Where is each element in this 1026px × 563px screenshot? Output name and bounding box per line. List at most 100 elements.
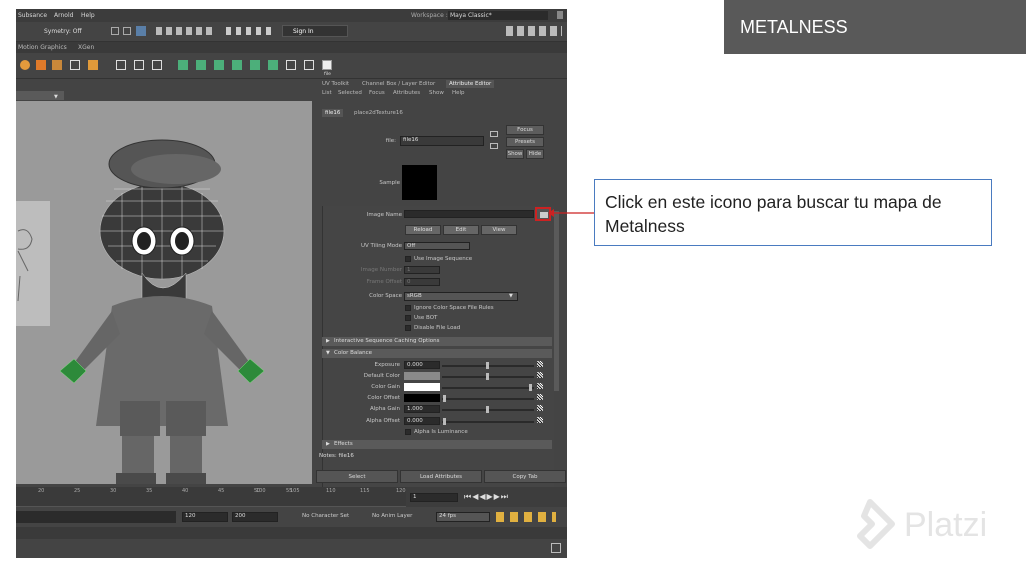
color-offset-slider[interactable] [442, 398, 534, 400]
image-number-field[interactable]: 1 [404, 266, 440, 274]
curve-icon[interactable] [116, 60, 126, 70]
component-mode-icon[interactable] [136, 26, 146, 36]
plane-icon[interactable] [70, 60, 80, 70]
panel-toggle-icons[interactable] [506, 26, 562, 36]
alpha-luminance-checkbox[interactable] [405, 429, 411, 435]
range-slider[interactable]: 120 200 No Character Set No Anim Layer 2… [16, 507, 567, 527]
tools-icon[interactable] [304, 60, 314, 70]
bridge-icon[interactable] [196, 60, 206, 70]
range-max-field[interactable]: 200 [232, 512, 278, 522]
sign-in-button[interactable]: Sign In [282, 25, 348, 37]
lattice-icon[interactable] [134, 60, 144, 70]
alpha-offset-field[interactable]: 0.000 [404, 417, 440, 425]
range-bar[interactable] [16, 511, 176, 523]
section-caching[interactable]: Interactive Sequence Caching Options [322, 337, 552, 346]
menu-attributes[interactable]: Attributes [393, 90, 420, 96]
uv-icon[interactable] [286, 60, 296, 70]
anim-layer-select[interactable]: No Anim Layer [372, 513, 412, 519]
texture-map-icon[interactable] [537, 361, 543, 367]
range-end-field[interactable]: 120 [182, 512, 228, 522]
load-attributes-button[interactable]: Load Attributes [400, 470, 482, 483]
view-button[interactable]: View [481, 225, 517, 235]
script-editor-icon[interactable] [551, 543, 561, 553]
fps-select[interactable]: 24 fps [436, 512, 490, 522]
shelf-tab-xgen[interactable]: XGen [78, 44, 94, 51]
tab-file16[interactable]: file16 [322, 109, 344, 117]
menu-focus[interactable]: Focus [369, 90, 385, 96]
texture-map-icon[interactable] [537, 383, 543, 389]
uv-tiling-select[interactable]: Off [404, 242, 470, 250]
texture-map-icon[interactable] [537, 417, 543, 423]
default-color-slider-knob[interactable] [486, 373, 489, 380]
select-mode-icon[interactable] [111, 27, 119, 35]
playback-controls[interactable]: ⏮◀◀▶▶⏭ [464, 492, 509, 502]
select-button[interactable]: Select [316, 470, 398, 483]
color-space-select[interactable]: sRGB [404, 292, 518, 301]
menu-arnold[interactable]: Arnold [54, 12, 73, 19]
image-name-field[interactable] [404, 210, 534, 218]
current-frame-field[interactable]: 1 [410, 493, 458, 502]
workspace-select[interactable]: Maya Classic* [448, 11, 548, 20]
color-gain-swatch[interactable] [404, 383, 440, 391]
edit-button[interactable]: Edit [443, 225, 479, 235]
show-button[interactable]: Show [506, 149, 524, 159]
file-node-icon[interactable] [322, 60, 332, 70]
menu-help[interactable]: Help [81, 12, 95, 19]
menu-list[interactable]: List [322, 90, 332, 96]
character-model[interactable] [16, 101, 312, 484]
exposure-slider-knob[interactable] [486, 362, 489, 369]
symmetry-label[interactable]: Symetry: Off [44, 28, 82, 35]
ignore-rules-checkbox[interactable] [405, 305, 411, 311]
color-offset-slider-knob[interactable] [443, 395, 446, 402]
use-bot-checkbox[interactable] [405, 315, 411, 321]
separate-icon[interactable] [250, 60, 260, 70]
texture-map-icon[interactable] [537, 394, 543, 400]
bevel-icon[interactable] [214, 60, 224, 70]
combine-icon[interactable] [232, 60, 242, 70]
smooth-icon[interactable] [268, 60, 278, 70]
focus-button[interactable]: Focus [506, 125, 544, 135]
section-color-balance[interactable]: Color Balance [322, 349, 552, 358]
node-name-field[interactable]: file16 [400, 136, 484, 146]
torus-icon[interactable] [88, 60, 98, 70]
alpha-offset-slider[interactable] [442, 421, 534, 423]
use-sequence-checkbox[interactable] [405, 256, 411, 262]
cylinder-icon[interactable] [52, 60, 62, 70]
menu-help[interactable]: Help [452, 90, 465, 96]
section-effects[interactable]: Effects [322, 440, 552, 449]
texture-map-icon[interactable] [537, 372, 543, 378]
menu-show[interactable]: Show [429, 90, 444, 96]
color-offset-swatch[interactable] [404, 394, 440, 402]
tab-channel-box[interactable]: Channel Box / Layer Editor [362, 81, 435, 87]
menu-selected[interactable]: Selected [338, 90, 362, 96]
snap-icons[interactable] [156, 27, 216, 35]
render-icons[interactable] [226, 27, 276, 35]
object-mode-icon[interactable] [123, 27, 131, 35]
alpha-gain-field[interactable]: 1.000 [404, 405, 440, 413]
output-connection-icon[interactable] [490, 143, 498, 149]
tab-attribute-editor[interactable]: Attribute Editor [446, 80, 495, 88]
scrollbar[interactable] [554, 211, 559, 391]
shelf-tab-motion-graphics[interactable]: Motion Graphics [18, 44, 67, 51]
frame-offset-field[interactable]: 0 [404, 278, 440, 286]
tab-uv-toolkit[interactable]: UV Toolkit [322, 81, 349, 87]
copy-tab-button[interactable]: Copy Tab [484, 470, 566, 483]
cube-icon[interactable] [36, 60, 46, 70]
lock-icon[interactable] [557, 11, 563, 19]
menu-substance[interactable]: Subsance [18, 12, 47, 19]
presets-button[interactable]: Presets [506, 137, 544, 147]
key-tools-icons[interactable] [496, 512, 556, 522]
hide-button[interactable]: Hide [526, 149, 544, 159]
command-line[interactable] [16, 527, 567, 539]
time-slider[interactable]: 20 25 30 35 40 45 50 55 100 105 110 115 … [16, 487, 567, 507]
texture-map-icon[interactable] [537, 405, 543, 411]
color-gain-slider-knob[interactable] [529, 384, 532, 391]
tab-place2dtexture[interactable]: place2dTexture16 [354, 110, 403, 116]
viewport-canvas[interactable] [16, 101, 312, 484]
alpha-gain-slider-knob[interactable] [486, 406, 489, 413]
color-gain-slider[interactable] [442, 387, 534, 389]
reload-button[interactable]: Reload [405, 225, 441, 235]
alpha-offset-slider-knob[interactable] [443, 418, 446, 425]
disable-load-checkbox[interactable] [405, 325, 411, 331]
sphere-icon[interactable] [20, 60, 30, 70]
